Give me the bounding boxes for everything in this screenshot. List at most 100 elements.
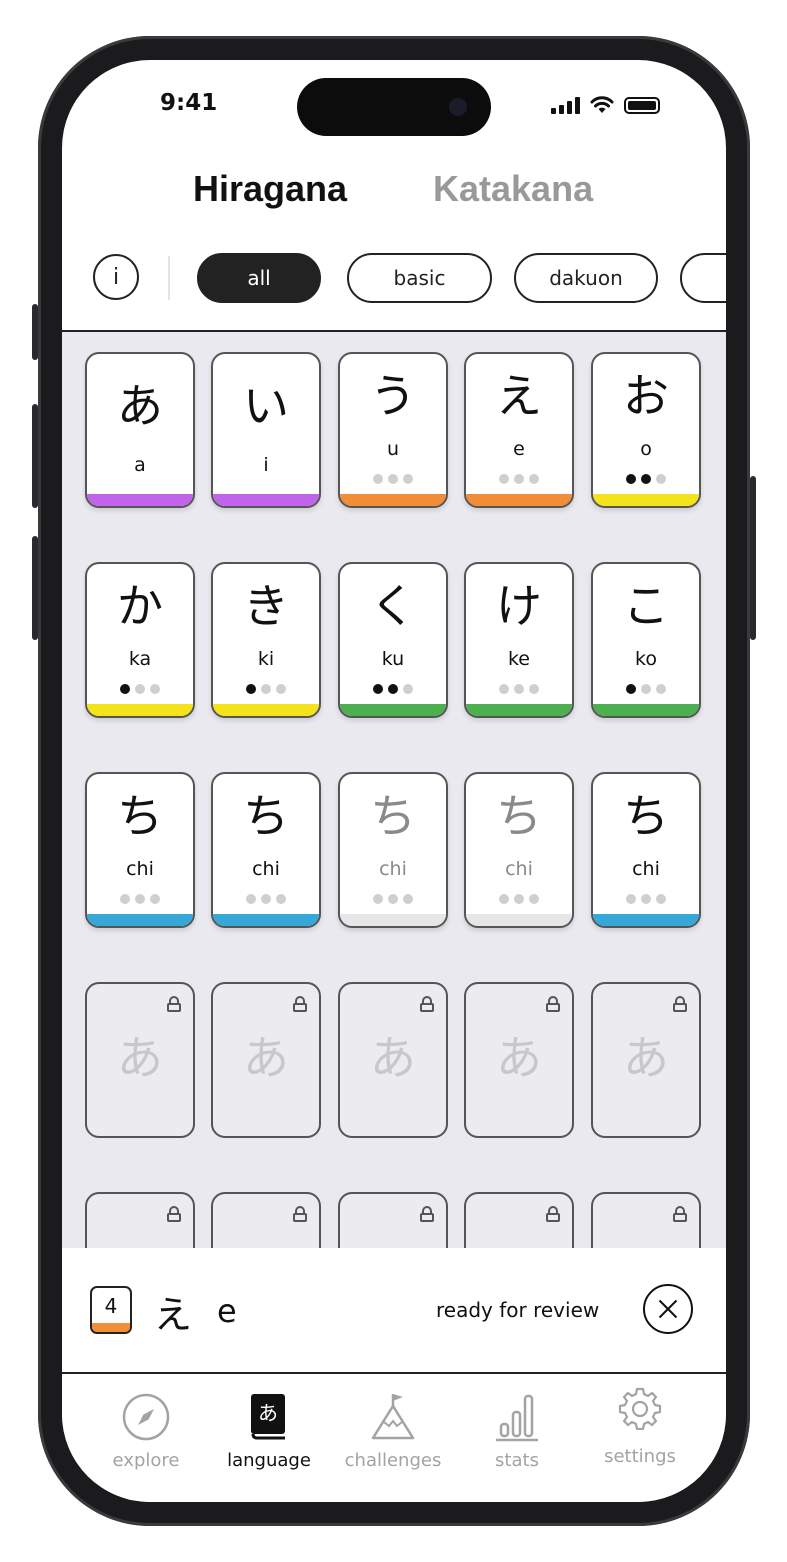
filter-chip-all[interactable]: all bbox=[197, 253, 321, 303]
kana-card[interactable]: ち chi bbox=[338, 772, 448, 928]
progress-dot bbox=[656, 474, 666, 484]
lock-icon bbox=[673, 996, 687, 1012]
kana-card[interactable]: ち chi bbox=[211, 772, 321, 928]
progress-dot bbox=[626, 684, 636, 694]
lock-icon bbox=[673, 1206, 687, 1222]
progress-dot bbox=[514, 684, 524, 694]
nav-language[interactable]: あ language bbox=[207, 1374, 331, 1474]
filter-chip-dakuon[interactable]: dakuon bbox=[514, 253, 658, 303]
locked-kana-card bbox=[211, 1192, 321, 1248]
kana-card[interactable]: いi bbox=[211, 352, 321, 508]
level-color-bar bbox=[213, 914, 319, 926]
kana-card[interactable]: うu bbox=[338, 352, 448, 508]
lock-icon bbox=[293, 1206, 307, 1222]
filter-chip-more[interactable] bbox=[680, 253, 726, 303]
camera-icon bbox=[449, 98, 467, 116]
kana-card[interactable]: か ka bbox=[85, 562, 195, 718]
kana-card[interactable]: こ ko bbox=[591, 562, 701, 718]
tab-hiragana[interactable]: Hiragana bbox=[193, 168, 347, 210]
lock-icon bbox=[167, 1206, 181, 1222]
selected-kana-panel: 4 え e ready for review bbox=[62, 1248, 726, 1372]
progress-dot bbox=[499, 894, 509, 904]
kana-character: あ bbox=[243, 1031, 289, 1085]
kana-character: あ bbox=[117, 1031, 163, 1085]
compass-icon bbox=[122, 1393, 170, 1441]
info-button[interactable]: i bbox=[93, 254, 139, 300]
lock-icon bbox=[420, 996, 434, 1012]
progress-dot bbox=[276, 684, 286, 694]
level-number: 4 bbox=[104, 1294, 118, 1318]
tab-katakana[interactable]: Katakana bbox=[433, 168, 593, 210]
selected-romaji: e bbox=[217, 1292, 237, 1330]
kana-character: あ bbox=[117, 379, 163, 433]
locked-kana-card bbox=[85, 1192, 195, 1248]
nav-settings[interactable]: settings bbox=[578, 1374, 702, 1474]
kana-character: お bbox=[623, 369, 669, 423]
progress-dot bbox=[150, 684, 160, 694]
kana-romaji: chi bbox=[126, 858, 154, 880]
progress-dot bbox=[150, 894, 160, 904]
kana-card[interactable]: き ki bbox=[211, 562, 321, 718]
status-time: 9:41 bbox=[160, 90, 218, 116]
signal-icon bbox=[551, 96, 580, 114]
kana-card[interactable]: ち chi bbox=[464, 772, 574, 928]
kana-romaji: chi bbox=[632, 858, 660, 880]
progress-dot bbox=[403, 474, 413, 484]
progress-dot bbox=[373, 894, 383, 904]
progress-dot bbox=[656, 894, 666, 904]
kana-card[interactable]: ち chi bbox=[85, 772, 195, 928]
kana-character: ち bbox=[623, 789, 669, 843]
kana-card[interactable]: あa bbox=[85, 352, 195, 508]
progress-dot bbox=[641, 894, 651, 904]
kana-card[interactable]: け ke bbox=[464, 562, 574, 718]
progress-dot bbox=[529, 474, 539, 484]
nav-challenges[interactable]: challenges bbox=[331, 1374, 455, 1474]
kana-romaji: o bbox=[640, 438, 652, 460]
side-button-action bbox=[32, 304, 38, 360]
kana-card[interactable]: く ku bbox=[338, 562, 448, 718]
progress-dots bbox=[340, 684, 446, 694]
kana-romaji: chi bbox=[505, 858, 533, 880]
progress-dots bbox=[593, 684, 699, 694]
app-screen: 9:41 Hiragana Katakana i all basic dakuo… bbox=[62, 60, 726, 1502]
kana-character: き bbox=[243, 579, 289, 633]
progress-dot bbox=[388, 894, 398, 904]
kana-card[interactable]: おo bbox=[591, 352, 701, 508]
progress-dots bbox=[340, 474, 446, 484]
progress-dots bbox=[466, 684, 572, 694]
lock-icon bbox=[546, 996, 560, 1012]
level-color-bar bbox=[340, 494, 446, 506]
level-color-bar bbox=[213, 704, 319, 716]
nav-settings-label: settings bbox=[604, 1446, 676, 1467]
progress-dots bbox=[213, 684, 319, 694]
gear-icon bbox=[618, 1387, 662, 1430]
nav-challenges-label: challenges bbox=[344, 1450, 442, 1471]
language-book-icon: あ bbox=[251, 1394, 285, 1440]
nav-explore-label: explore bbox=[112, 1450, 180, 1471]
locked-kana-card: あ bbox=[211, 982, 321, 1138]
progress-dots bbox=[593, 474, 699, 484]
filter-chip-basic[interactable]: basic bbox=[347, 253, 492, 303]
level-color-bar bbox=[466, 914, 572, 926]
script-tabs: Hiragana Katakana bbox=[62, 168, 726, 218]
kana-character: あ bbox=[496, 1031, 542, 1085]
nav-language-label: language bbox=[227, 1450, 311, 1471]
close-icon[interactable] bbox=[643, 1284, 693, 1334]
level-color-bar bbox=[213, 494, 319, 506]
level-color-bar bbox=[593, 704, 699, 716]
level-color-bar bbox=[92, 1323, 130, 1332]
bar-chart-icon bbox=[496, 1394, 538, 1442]
progress-dot bbox=[403, 894, 413, 904]
nav-explore[interactable]: explore bbox=[84, 1374, 208, 1474]
svg-text:あ: あ bbox=[258, 1401, 278, 1425]
status-bar: 9:41 bbox=[62, 60, 726, 160]
level-color-bar bbox=[87, 494, 193, 506]
kana-romaji: ku bbox=[381, 648, 405, 670]
locked-kana-card bbox=[591, 1192, 701, 1248]
kana-character: う bbox=[370, 369, 416, 423]
progress-dot bbox=[514, 474, 524, 484]
kana-card[interactable]: ち chi bbox=[591, 772, 701, 928]
kana-card[interactable]: えe bbox=[464, 352, 574, 508]
nav-stats[interactable]: stats bbox=[455, 1374, 579, 1474]
level-color-bar bbox=[87, 914, 193, 926]
